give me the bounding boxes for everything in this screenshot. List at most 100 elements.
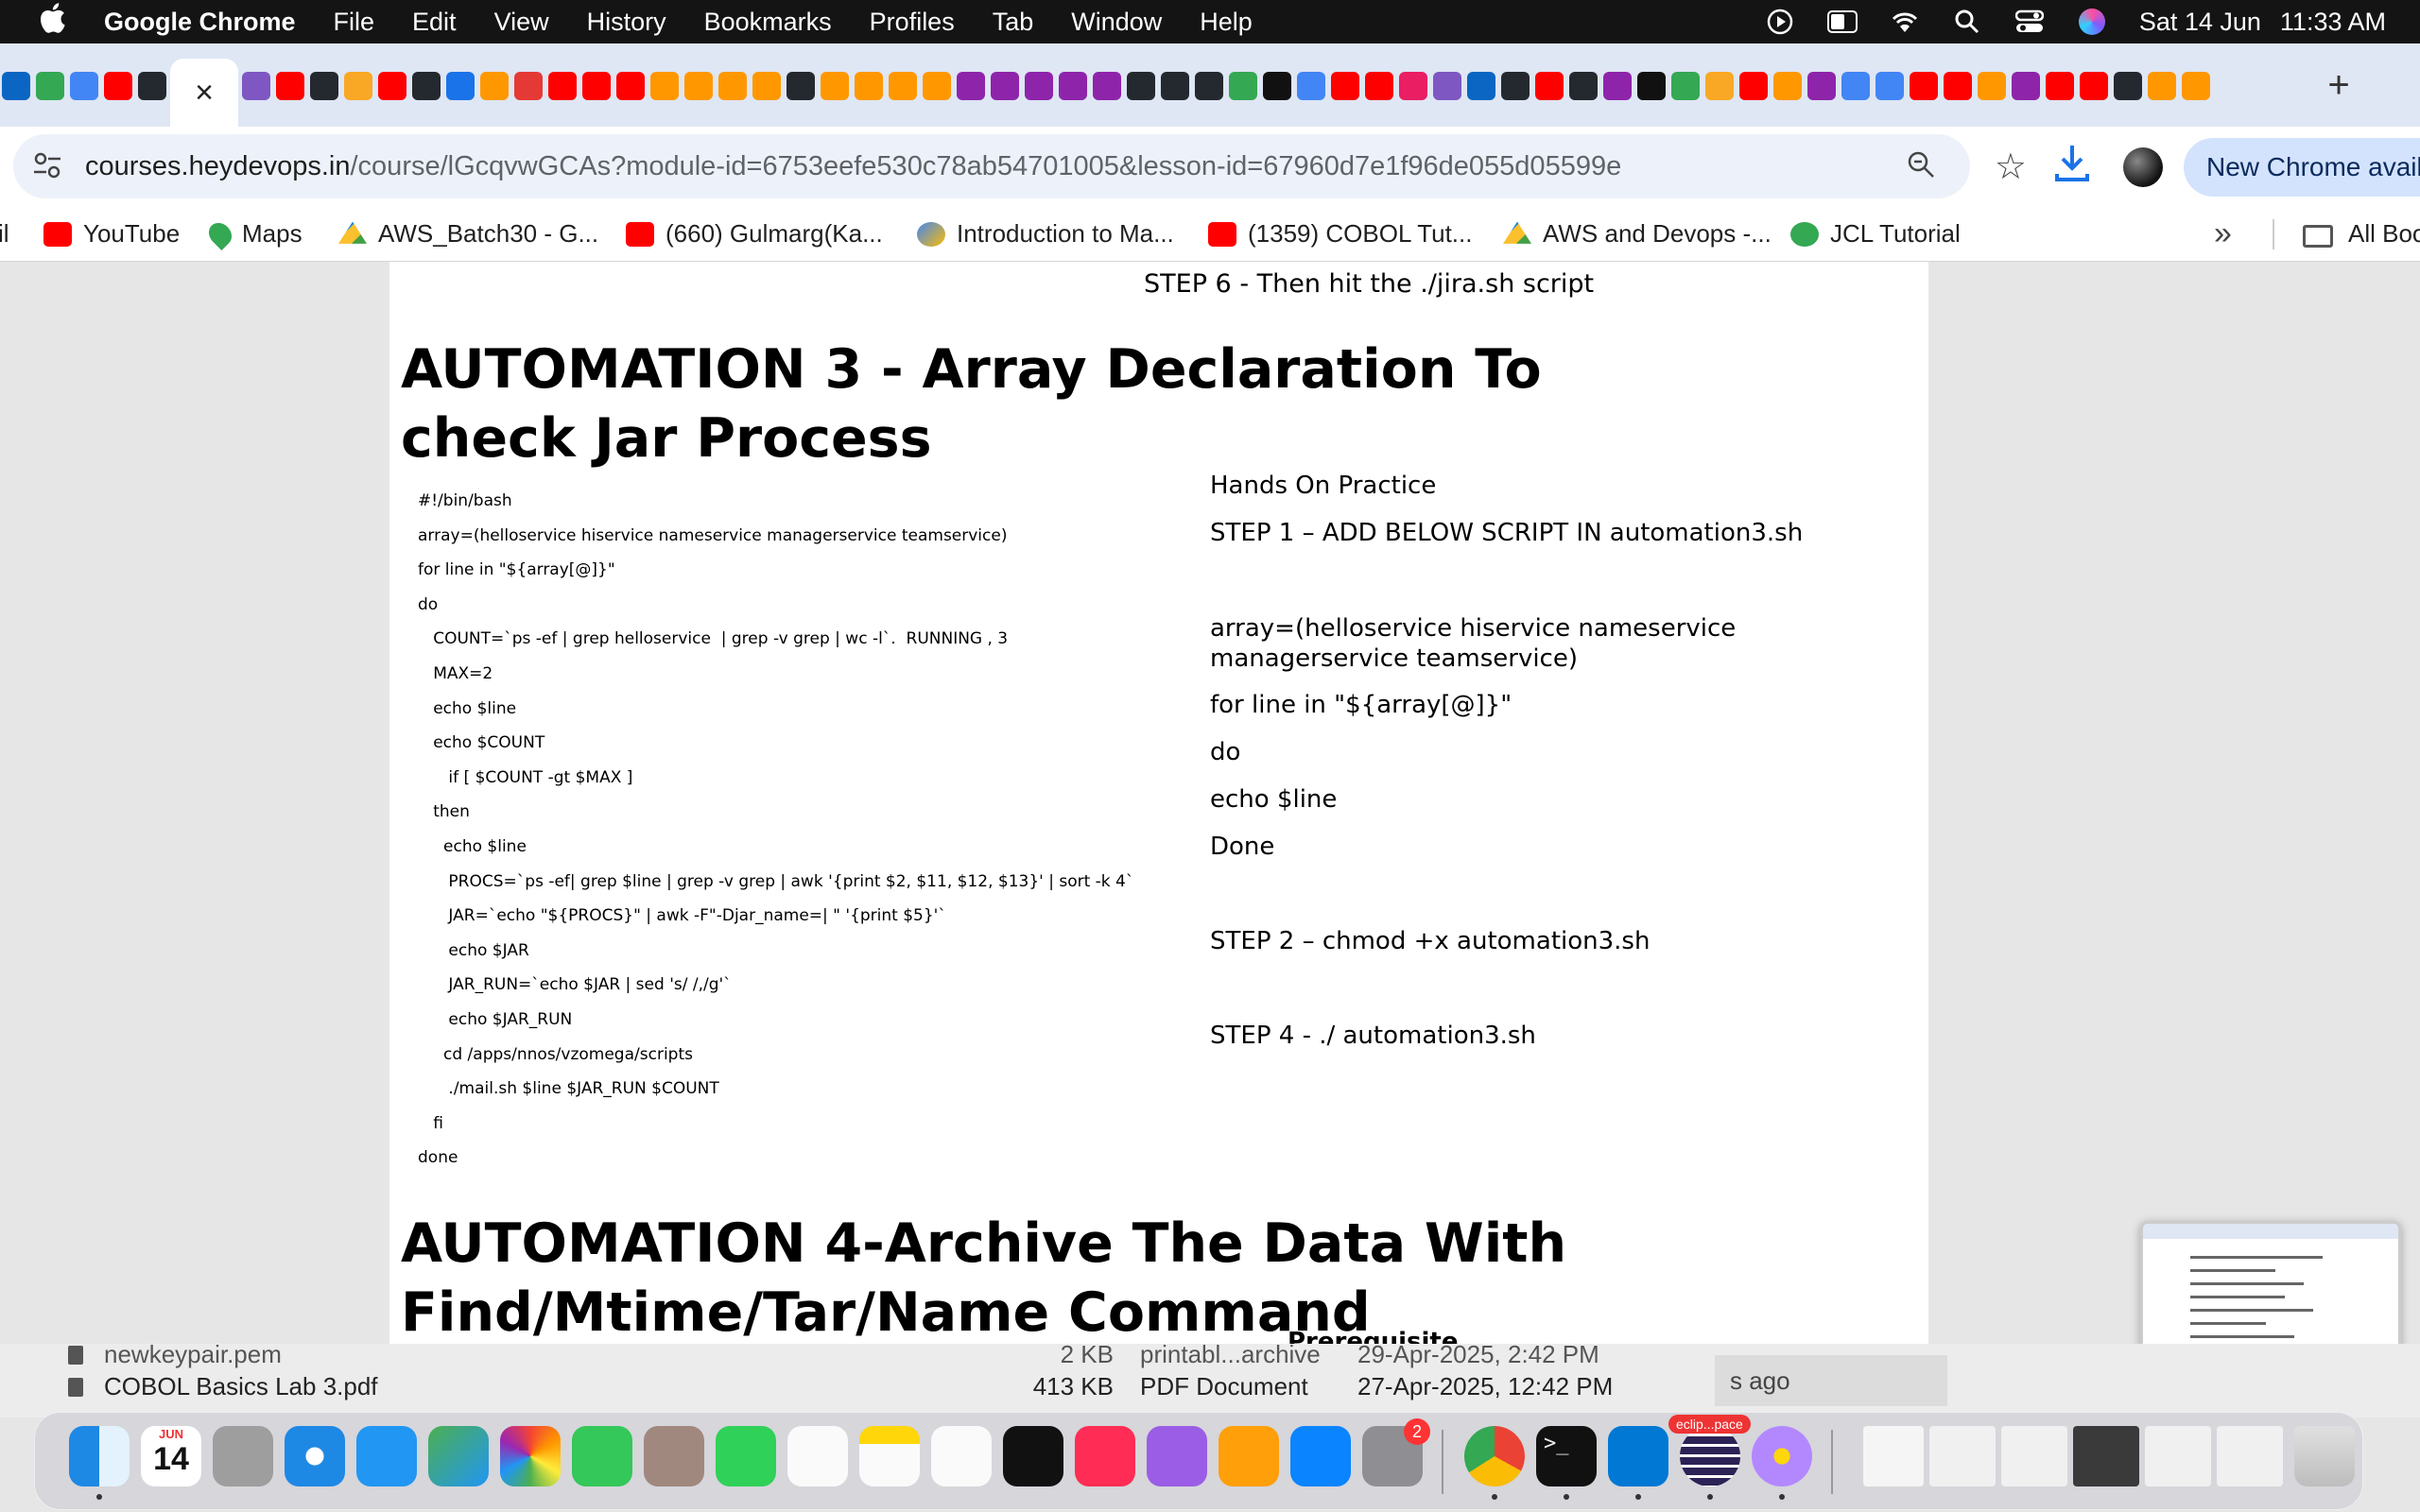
tab-favicon-icon[interactable] [548, 72, 577, 100]
site-settings-icon[interactable] [32, 151, 62, 187]
tab-favicon-icon[interactable] [1603, 72, 1632, 100]
menu-window[interactable]: Window [1071, 8, 1162, 37]
trash-icon[interactable] [2294, 1426, 2355, 1486]
menu-history[interactable]: History [587, 8, 666, 37]
podcasts-icon[interactable] [1147, 1426, 1207, 1486]
tab-favicon-icon[interactable] [855, 72, 883, 100]
menu-tab[interactable]: Tab [993, 8, 1034, 37]
vscode-icon[interactable] [1608, 1426, 1668, 1486]
tab-favicon-icon[interactable] [480, 72, 509, 100]
tab-favicon-icon[interactable] [104, 72, 132, 100]
tab-favicon-icon[interactable] [1229, 72, 1257, 100]
calendar-icon[interactable]: JUN 14 [141, 1426, 201, 1486]
more-bookmarks-icon[interactable]: » [2214, 215, 2232, 252]
bookmark-jcl[interactable]: JCL Tutorial [1790, 219, 1961, 249]
tab-favicon-icon[interactable] [1739, 72, 1768, 100]
tab-favicon-icon[interactable] [344, 72, 372, 100]
folder-icon[interactable] [2303, 225, 2333, 248]
system-settings-icon[interactable]: 2 [1362, 1418, 1430, 1486]
tab-favicon-icon[interactable] [752, 72, 781, 100]
screenshot-thumbnail[interactable] [2140, 1221, 2401, 1344]
download-icon[interactable] [2053, 142, 2091, 193]
minimized-window-icon[interactable] [2145, 1426, 2211, 1486]
app-store-icon[interactable] [1290, 1426, 1351, 1486]
tab-favicon-icon[interactable] [1263, 72, 1291, 100]
terminal-icon[interactable]: >_ [1536, 1426, 1597, 1486]
music-icon[interactable] [1075, 1426, 1135, 1486]
tab-favicon-icon[interactable] [310, 72, 338, 100]
tab-favicon-icon[interactable] [1978, 72, 2006, 100]
flower-app-icon[interactable] [1752, 1426, 1812, 1486]
menubar-time[interactable]: 11:33 AM [2280, 8, 2386, 37]
tab-favicon-icon[interactable] [1841, 72, 1870, 100]
tab-favicon-icon[interactable] [2114, 72, 2142, 100]
menu-edit[interactable]: Edit [412, 8, 457, 37]
all-bookmarks[interactable]: All Bookmarks [2348, 219, 2420, 249]
tab-favicon-icon[interactable] [1467, 72, 1495, 100]
minimized-window-icon[interactable] [1929, 1426, 1996, 1486]
spotlight-search-icon[interactable] [1952, 9, 1982, 34]
tab-favicon-icon[interactable] [446, 72, 475, 100]
tab-favicon-icon[interactable] [2148, 72, 2176, 100]
eclipse-icon[interactable]: eclip...pace [1668, 1415, 1751, 1486]
pages-icon[interactable] [1219, 1426, 1279, 1486]
address-bar[interactable]: courses.heydevops.in/course/lGcqvwGCAs?m… [13, 134, 2027, 198]
tab-favicon-icon[interactable] [1773, 72, 1802, 100]
siri-icon[interactable] [2077, 9, 2107, 35]
tab-favicon-icon[interactable] [1331, 72, 1359, 100]
launchpad-icon[interactable] [213, 1426, 273, 1486]
battery-icon[interactable] [1826, 9, 1858, 34]
tab-favicon-icon[interactable] [412, 72, 441, 100]
tab-favicon-icon[interactable] [821, 72, 849, 100]
minimized-window-icon[interactable] [2001, 1426, 2067, 1486]
mail-icon[interactable] [356, 1426, 417, 1486]
bookmark-maps[interactable]: Maps [204, 217, 302, 250]
tab-favicon-icon[interactable] [616, 72, 645, 100]
download-row[interactable]: COBOL Basics Lab 3.pdf 413 KB PDF Docume… [0, 1372, 1711, 1406]
bookmark-star-icon[interactable]: ☆ [1995, 146, 2027, 188]
menu-file[interactable]: File [334, 8, 375, 37]
tab-favicon-icon[interactable] [1195, 72, 1223, 100]
bookmark-aws-batch30[interactable]: AWS_Batch30 - G... [338, 219, 598, 249]
tab-favicon-icon[interactable] [684, 72, 713, 100]
bookmark-cobol[interactable]: (1359) COBOL Tut... [1208, 219, 1472, 249]
bookmark-gulmarg[interactable]: (660) Gulmarg(Ka... [626, 219, 883, 249]
minimized-window-icon[interactable] [2073, 1426, 2139, 1486]
menu-view[interactable]: View [494, 8, 549, 37]
apple-tv-icon[interactable] [1003, 1426, 1063, 1486]
active-tab[interactable]: × [170, 59, 238, 127]
tab-favicon-icon[interactable] [138, 72, 166, 100]
menu-profiles[interactable]: Profiles [870, 8, 955, 37]
apple-menu-icon[interactable] [38, 2, 66, 42]
now-playing-icon[interactable] [1765, 9, 1795, 35]
minimized-window-icon[interactable] [2217, 1426, 2283, 1486]
tab-favicon-icon[interactable] [1705, 72, 1734, 100]
menubar-date[interactable]: Sat 14 Jun [2139, 8, 2261, 37]
tab-favicon-icon[interactable] [242, 72, 270, 100]
close-tab-icon[interactable]: × [195, 75, 214, 112]
chrome-update-button[interactable]: New Chrome available [2184, 138, 2420, 197]
tab-favicon-icon[interactable] [1365, 72, 1393, 100]
tab-favicon-icon[interactable] [1127, 72, 1155, 100]
document-stack-icon[interactable] [1863, 1426, 1924, 1486]
wifi-icon[interactable] [1890, 9, 1920, 34]
tab-favicon-icon[interactable] [786, 72, 815, 100]
tab-favicon-icon[interactable] [923, 72, 951, 100]
tab-favicon-icon[interactable] [1535, 72, 1564, 100]
tab-favicon-icon[interactable] [1161, 72, 1189, 100]
tab-favicon-icon[interactable] [1944, 72, 1972, 100]
notes-icon[interactable] [859, 1426, 920, 1486]
freeform-icon[interactable] [931, 1426, 992, 1486]
tab-favicon-icon[interactable] [1637, 72, 1666, 100]
download-row[interactable]: newkeypair.pem 2 KB printabl...archive 2… [0, 1340, 1711, 1374]
profile-avatar[interactable] [2123, 147, 2163, 187]
tab-favicon-icon[interactable] [1297, 72, 1325, 100]
photos-icon[interactable] [500, 1426, 561, 1486]
tab-favicon-icon[interactable] [1569, 72, 1598, 100]
safari-icon[interactable] [285, 1426, 345, 1486]
tab-favicon-icon[interactable] [514, 72, 543, 100]
bookmark-aws-devops[interactable]: AWS and Devops -... [1503, 219, 1772, 249]
tab-favicon-icon[interactable] [2046, 72, 2074, 100]
menu-app-name[interactable]: Google Chrome [104, 8, 296, 37]
tab-favicon-icon[interactable] [2012, 72, 2040, 100]
